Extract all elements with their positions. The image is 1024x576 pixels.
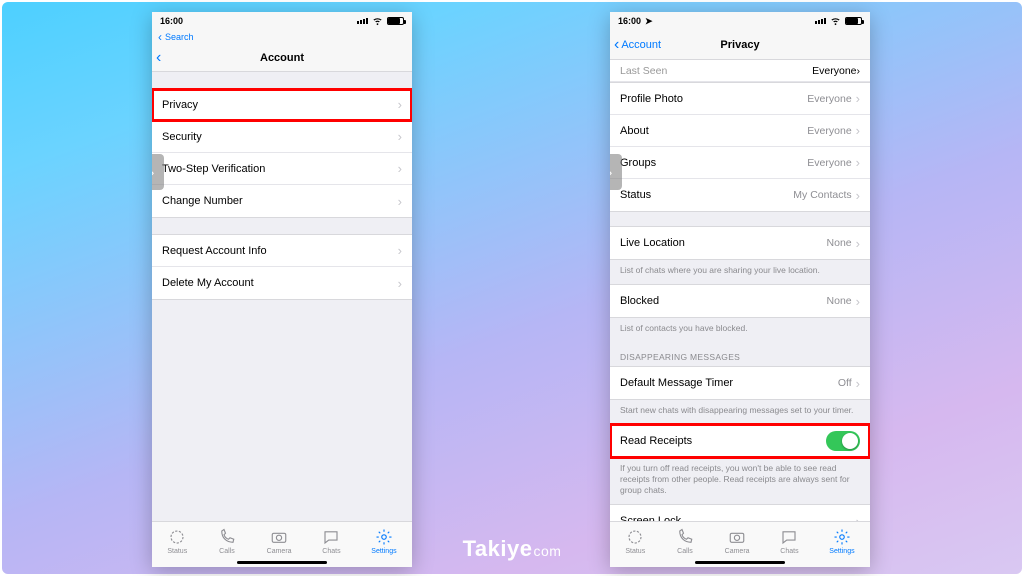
tab-chats[interactable]: Chats <box>780 528 798 555</box>
chevron-right-icon: › <box>398 243 402 258</box>
tab-status[interactable]: Status <box>167 528 187 555</box>
row-request-account-info[interactable]: Request Account Info › <box>152 235 412 267</box>
row-profile-photo[interactable]: Profile PhotoEveryone› <box>610 83 870 115</box>
chevron-right-icon: › <box>856 188 860 203</box>
chevron-right-icon: › <box>398 97 402 112</box>
row-live-location[interactable]: Live LocationNone› <box>610 227 870 259</box>
tab-settings[interactable]: Settings <box>371 528 396 555</box>
tab-status[interactable]: Status <box>625 528 645 555</box>
default-timer-footer: Start new chats with disappearing messag… <box>610 400 870 424</box>
phone-privacy-screen: › 16:00 ➤ ‹Account Privacy Last Seen Ever… <box>610 12 870 567</box>
navbar: ‹ Account <box>152 44 412 72</box>
privacy-content[interactable]: Last Seen Everyone› Profile PhotoEveryon… <box>610 60 870 521</box>
row-screen-lock[interactable]: Screen Lock› <box>610 505 870 521</box>
status-bar: 16:00 ➤ <box>610 12 870 30</box>
row-about[interactable]: AboutEveryone› <box>610 115 870 147</box>
chevron-right-icon: › <box>856 123 860 138</box>
row-default-message-timer[interactable]: Default Message TimerOff› <box>610 367 870 399</box>
row-security[interactable]: Security › <box>152 121 412 153</box>
chevron-right-icon: › <box>398 161 402 176</box>
row-blocked[interactable]: BlockedNone› <box>610 285 870 317</box>
chevron-right-icon: › <box>856 514 860 521</box>
account-content: Privacy › Security › Two-Step Verificati… <box>152 72 412 521</box>
home-indicator <box>237 561 327 564</box>
tab-calls[interactable]: Calls <box>676 528 694 555</box>
watermark: Takiyecom <box>463 536 562 562</box>
chevron-right-icon: › <box>856 91 860 106</box>
tab-chats[interactable]: Chats <box>322 528 340 555</box>
row-status-privacy[interactable]: StatusMy Contacts› <box>610 179 870 211</box>
status-time: 16:00 <box>618 16 641 26</box>
live-location-footer: List of chats where you are sharing your… <box>610 260 870 284</box>
chevron-right-icon: › <box>857 65 861 77</box>
tab-settings[interactable]: Settings <box>829 528 854 555</box>
row-two-step-verification[interactable]: Two-Step Verification › <box>152 153 412 185</box>
row-privacy[interactable]: Privacy › <box>152 89 412 121</box>
carousel-nub-icon[interactable]: › <box>610 154 622 190</box>
blocked-footer: List of contacts you have blocked. <box>610 318 870 342</box>
chevron-right-icon: › <box>856 155 860 170</box>
phone-account-screen: › 16:00 ‹ Search ‹ Account Privacy › <box>152 12 412 567</box>
page-title: Account <box>152 52 412 64</box>
page-title: Privacy <box>610 39 870 51</box>
chevron-right-icon: › <box>398 276 402 291</box>
navbar: ‹Account Privacy <box>610 30 870 60</box>
chevron-left-icon: ‹ <box>158 31 162 43</box>
row-groups[interactable]: GroupsEveryone› <box>610 147 870 179</box>
wifi-icon <box>830 15 841 28</box>
carousel-nub-icon[interactable]: › <box>152 154 164 190</box>
location-icon: ➤ <box>645 16 653 27</box>
chevron-right-icon: › <box>856 376 860 391</box>
battery-icon <box>845 17 862 25</box>
chevron-right-icon: › <box>856 294 860 309</box>
row-read-receipts[interactable]: Read Receipts <box>610 425 870 457</box>
chevron-right-icon: › <box>856 236 860 251</box>
row-last-seen[interactable]: Last Seen Everyone› <box>610 60 870 82</box>
tab-camera[interactable]: Camera <box>725 528 750 555</box>
home-indicator <box>695 561 785 564</box>
status-bar: 16:00 <box>152 12 412 30</box>
status-time: 16:00 <box>160 16 183 26</box>
chevron-right-icon: › <box>398 194 402 209</box>
tab-camera[interactable]: Camera <box>267 528 292 555</box>
tab-calls[interactable]: Calls <box>218 528 236 555</box>
battery-icon <box>387 17 404 25</box>
read-receipts-footer: If you turn off read receipts, you won't… <box>610 458 870 504</box>
row-delete-my-account[interactable]: Delete My Account › <box>152 267 412 299</box>
row-change-number[interactable]: Change Number › <box>152 185 412 217</box>
chevron-right-icon: › <box>398 129 402 144</box>
cell-signal-icon <box>357 18 368 24</box>
read-receipts-toggle[interactable] <box>826 431 860 451</box>
wifi-icon <box>372 15 383 28</box>
disappearing-header: Disappearing Messages <box>610 342 870 366</box>
breadcrumb-back-search[interactable]: ‹ Search <box>152 30 412 44</box>
cell-signal-icon <box>815 18 826 24</box>
